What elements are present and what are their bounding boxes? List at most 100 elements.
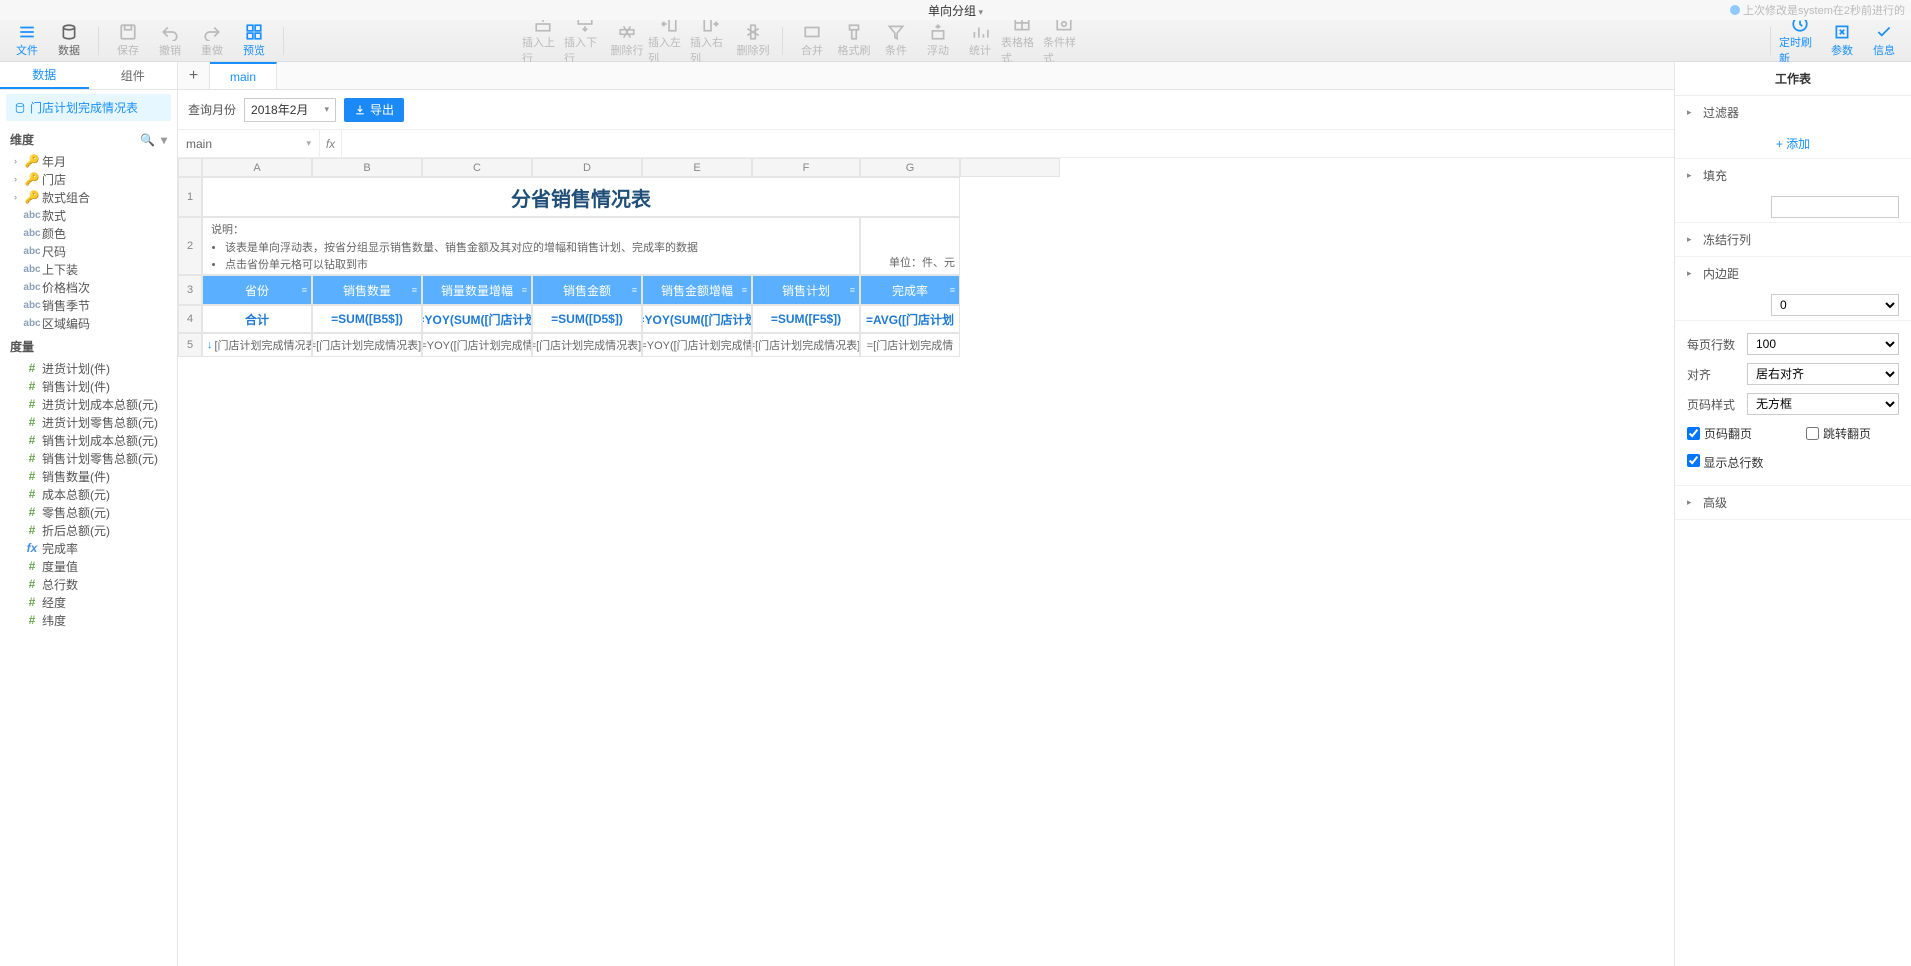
section-freeze[interactable]: ▸冻结行列 [1675,223,1911,256]
filter-button[interactable]: 条件 [875,22,917,60]
add-sheet-button[interactable]: + [178,62,210,89]
data-cell[interactable]: =[门店计划完成情况表]. [752,333,860,357]
data-cell[interactable]: =YOY([门店计划完成情 [422,333,532,357]
col-header[interactable]: F [752,158,860,177]
sum-cell[interactable]: 合计 [202,305,312,333]
page-paging-checkbox[interactable]: 页码翻页 [1687,425,1752,442]
dim-item[interactable]: ›🔑款式组合 [4,188,173,206]
col-header[interactable]: A [202,158,312,177]
dim-item[interactable]: abc价格档次 [4,278,173,296]
stats-button[interactable]: 统计 [959,22,1001,60]
chevron-down-icon[interactable]: ▾ [161,133,167,147]
undo-button[interactable]: 撤销 [149,22,191,60]
col-header[interactable]: E [642,158,752,177]
merge-button[interactable]: 合并 [791,22,833,60]
table-header[interactable]: 销售金额≡ [532,275,642,305]
dim-item[interactable]: abc款式 [4,206,173,224]
save-button[interactable]: 保存 [107,22,149,60]
query-month-select[interactable]: 2018年2月 [244,98,336,122]
sum-cell[interactable]: =YOY(SUM([门店计划 [422,305,532,333]
header-menu-icon[interactable]: ≡ [412,285,417,295]
data-cell[interactable]: ↓[门店计划完成情况表]. [202,333,312,357]
sum-cell[interactable]: =SUM([D5$]) [532,305,642,333]
col-header[interactable]: G [860,158,960,177]
params-button[interactable]: 参数 [1821,22,1863,60]
refresh-button[interactable]: 定时刷新 [1779,22,1821,60]
row-header[interactable]: 2 [178,217,202,275]
sum-cell[interactable]: =YOY(SUM([门店计划 [642,305,752,333]
measure-item[interactable]: #度量值 [4,557,173,575]
tab-data[interactable]: 数据 [0,62,89,89]
align-select[interactable]: 居右对齐 [1747,363,1899,385]
dim-item[interactable]: ›🔑门店 [4,170,173,188]
measure-item[interactable]: #进货计划零售总额(元) [4,413,173,431]
export-button[interactable]: 导出 [344,98,404,122]
table-header[interactable]: 销售数量≡ [312,275,422,305]
dim-item[interactable]: abc尺码 [4,242,173,260]
header-menu-icon[interactable]: ≡ [850,285,855,295]
section-fill[interactable]: ▸填充 [1675,159,1911,192]
col-header[interactable]: D [532,158,642,177]
table-header[interactable]: 完成率≡ [860,275,960,305]
col-header[interactable]: B [312,158,422,177]
float-button[interactable]: 浮动 [917,22,959,60]
data-cell[interactable]: =[门店计划完成情 [860,333,960,357]
table-header[interactable]: 销量数量增幅≡ [422,275,532,305]
section-advanced[interactable]: ▸高级 [1675,486,1911,519]
header-menu-icon[interactable]: ≡ [742,285,747,295]
section-padding[interactable]: ▸内边距 [1675,257,1911,290]
table-header[interactable]: 省份≡ [202,275,312,305]
show-total-checkbox[interactable]: 显示总行数 [1687,454,1763,471]
padding-select[interactable]: 0 [1771,294,1899,316]
data-cell[interactable]: =[门店计划完成情况表]. [532,333,642,357]
datasource-item[interactable]: 门店计划完成情况表 [6,94,171,121]
preview-button[interactable]: 预览 [233,22,275,60]
insert-right-button[interactable]: 插入右列 [690,22,732,60]
header-menu-icon[interactable]: ≡ [522,285,527,295]
measure-item[interactable]: #成本总额(元) [4,485,173,503]
grid[interactable]: ABCDEFG1分省销售情况表2说明：该表是单向浮动表，按省分组显示销售数量、销… [178,158,1674,966]
measure-item[interactable]: #进货计划成本总额(元) [4,395,173,413]
measure-item[interactable]: #经度 [4,593,173,611]
formula-input[interactable] [342,130,1674,157]
jump-paging-checkbox[interactable]: 跳转翻页 [1806,425,1871,442]
insert-above-button[interactable]: 插入上行 [522,22,564,60]
sum-cell[interactable]: =SUM([F5$]) [752,305,860,333]
table-format-button[interactable]: 表格格式 [1001,22,1043,60]
tab-component[interactable]: 组件 [89,62,178,89]
search-icon[interactable]: 🔍 [140,133,155,147]
section-filter[interactable]: ▸过滤器 [1675,96,1911,129]
cond-format-button[interactable]: 条件样式 [1043,22,1085,60]
row-header[interactable]: 4 [178,305,202,333]
sum-cell[interactable]: =SUM([B5$]) [312,305,422,333]
dim-item[interactable]: ›🔑年月 [4,152,173,170]
row-header[interactable]: 1 [178,177,202,217]
dim-item[interactable]: abc销售季节 [4,296,173,314]
add-filter-button[interactable]: 添加 [1675,129,1911,158]
row-header[interactable]: 5 [178,333,202,357]
data-cell[interactable]: =[门店计划完成情况表]. [312,333,422,357]
dim-item[interactable]: abc颜色 [4,224,173,242]
measure-item[interactable]: #进货计划(件) [4,359,173,377]
data-button[interactable]: 数据 [48,22,90,60]
page-style-select[interactable]: 无方框 [1747,393,1899,415]
data-cell[interactable]: =YOY([门店计划完成情 [642,333,752,357]
table-header[interactable]: 销售金额增幅≡ [642,275,752,305]
insert-left-button[interactable]: 插入左列 [648,22,690,60]
measure-item[interactable]: #零售总额(元) [4,503,173,521]
dim-item[interactable]: abc上下装 [4,260,173,278]
measure-item[interactable]: #销售数量(件) [4,467,173,485]
measure-item[interactable]: #折后总额(元) [4,521,173,539]
header-menu-icon[interactable]: ≡ [950,285,955,295]
format-brush-button[interactable]: 格式刷 [833,22,875,60]
measure-item[interactable]: #销售计划成本总额(元) [4,431,173,449]
name-box[interactable]: main [178,130,320,157]
header-menu-icon[interactable]: ≡ [632,285,637,295]
delete-col-button[interactable]: 删除列 [732,22,774,60]
col-header[interactable]: C [422,158,532,177]
table-header[interactable]: 销售计划≡ [752,275,860,305]
doc-title[interactable]: 单向分组 [928,2,983,19]
dim-item[interactable]: abc区域编码 [4,314,173,332]
delete-row-button[interactable]: 删除行 [606,22,648,60]
measure-item[interactable]: #销售计划(件) [4,377,173,395]
